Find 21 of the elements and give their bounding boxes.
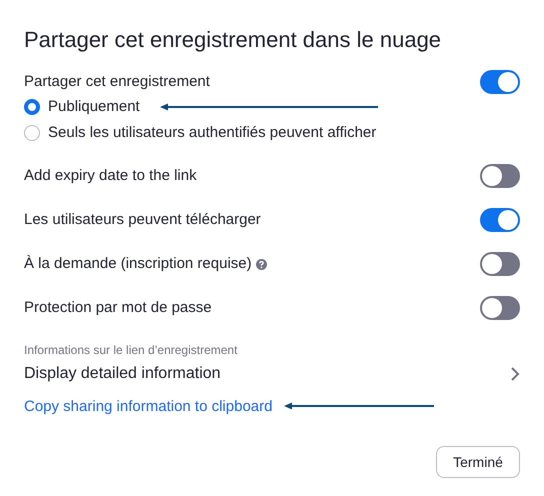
section-heading: Informations sur le lien d’enregistrement: [24, 342, 238, 358]
toggle-switch[interactable]: [480, 164, 520, 188]
toggle-switch[interactable]: [480, 296, 520, 320]
dialog-title: Partager cet enregistrement dans le nuage: [24, 26, 442, 54]
toggle-switch[interactable]: [480, 70, 520, 94]
setting-label: Add expiry date to the link: [24, 166, 197, 186]
radio-label: Publiquement: [48, 97, 140, 117]
help-icon[interactable]: [256, 258, 267, 270]
radio-button[interactable]: [24, 125, 40, 141]
radio-button[interactable]: [24, 99, 40, 115]
setting-label: Partager cet enregistrement: [24, 72, 210, 92]
setting-label: Protection par mot de passe: [24, 298, 212, 318]
copy-link[interactable]: Copy sharing information to clipboard: [24, 398, 272, 414]
detail-link[interactable]: Display detailed information: [24, 364, 221, 384]
setting-label: Les utilisateurs peuvent télécharger: [24, 210, 261, 230]
radio-label: Seuls les utilisateurs authentifiés peuvent afficher: [48, 123, 376, 143]
done-button[interactable]: Terminé: [436, 446, 520, 478]
chevron-right-icon[interactable]: [510, 366, 520, 382]
setting-label: À la demande (inscription requise): [24, 254, 252, 274]
toggle-switch[interactable]: [480, 252, 520, 276]
toggle-switch[interactable]: [480, 208, 520, 232]
